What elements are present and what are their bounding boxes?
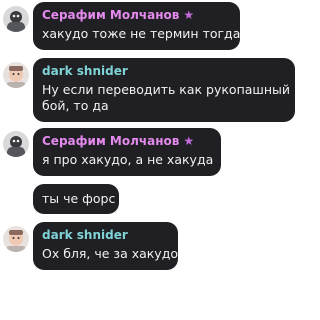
message-bubble[interactable]: Серафим Молчанов ★ я про хакудо, а не хак… <box>33 128 221 176</box>
avatar-dark-shnider[interactable] <box>3 226 29 252</box>
message-text: ты че форс <box>42 191 116 206</box>
avatar-serafim[interactable] <box>3 6 29 32</box>
sender-name-text[interactable]: Серафим Молчанов <box>42 8 179 22</box>
avatar-serafim[interactable] <box>3 131 29 157</box>
sender-name[interactable]: dark shnider <box>42 64 286 79</box>
message-text: Ох бля, че за хакудо <box>42 246 178 261</box>
star-icon: ★ <box>183 8 195 22</box>
sender-name-text[interactable]: dark shnider <box>42 228 128 242</box>
message-text: я про хакудо, а не хакуда <box>42 152 214 167</box>
message-bubble[interactable]: dark shnider Ну если переводить как руко… <box>33 58 295 122</box>
sender-name[interactable]: Серафим Молчанов ★ <box>42 134 212 149</box>
sender-name-text[interactable]: Серафим Молчанов <box>42 134 179 148</box>
sender-name[interactable]: Серафим Молчанов ★ <box>42 8 231 23</box>
message-text-line-2: бой, то да <box>42 98 109 113</box>
message-bubble[interactable]: Серафим Молчанов ★ хакудо тоже не термин … <box>33 2 240 50</box>
message-text: хакудо тоже не термин тогда <box>42 26 241 41</box>
message-text: Ну если переводить как рукопашный бой, т… <box>42 82 291 114</box>
avatar-dark-shnider[interactable] <box>3 62 29 88</box>
message-bubble[interactable]: dark shnider Ох бля, че за хакудо <box>33 222 178 270</box>
message-text-line-1: Ну если переводить как рукопашный <box>42 82 291 97</box>
star-icon: ★ <box>183 134 195 148</box>
message-bubble[interactable]: ты че форс <box>33 184 119 214</box>
sender-name-text[interactable]: dark shnider <box>42 64 128 78</box>
sender-name[interactable]: dark shnider <box>42 228 169 243</box>
